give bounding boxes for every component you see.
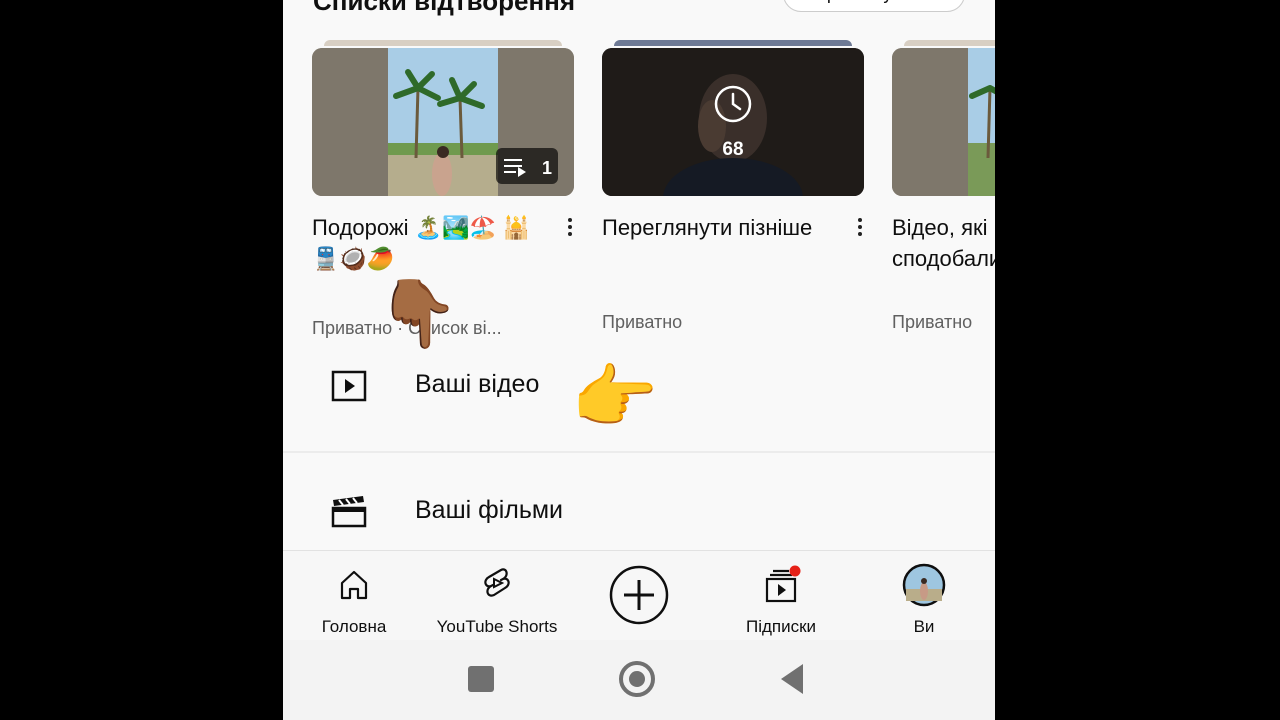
create-button[interactable]	[569, 561, 709, 637]
nav-home-label: Головна	[321, 617, 387, 636]
playlists-title: Списки відтворення	[313, 0, 576, 16]
view-all-button[interactable]: Переглянути все	[782, 0, 965, 12]
recents-icon[interactable]	[468, 666, 494, 692]
playlist-card-liked[interactable]: Відео, які сподобались Приватно	[892, 40, 995, 332]
playlist-card-travel[interactable]: 1 Подорожі 🏝️🏞️🏖️ 🕌🚆🥥🥭 Приватно · Список…	[312, 40, 574, 338]
add-icon	[609, 565, 669, 625]
more-options-icon[interactable]	[566, 216, 574, 242]
subscriptions-icon	[765, 565, 801, 603]
playlist-card-watch-later[interactable]: 68 Переглянути пізніше Приватно	[602, 40, 864, 332]
nav-you[interactable]: Ви	[854, 561, 994, 637]
nav-shorts-label: YouTube Shorts	[436, 617, 558, 636]
nav-subscriptions[interactable]: Підписки	[711, 561, 851, 637]
nav-subscriptions-label: Підписки	[745, 617, 817, 636]
more-options-icon[interactable]	[856, 216, 864, 242]
playlist-thumbnail[interactable]: 1	[312, 40, 574, 196]
notification-dot	[789, 565, 801, 577]
nav-home[interactable]: Головна	[284, 561, 424, 637]
nav-shorts[interactable]: YouTube Shorts	[427, 561, 567, 637]
playlist-subtitle: Приватно	[602, 312, 683, 332]
playlist-thumbnail[interactable]: 68	[602, 40, 864, 196]
your-movies-label: Ваші фільми	[415, 496, 564, 524]
playlist-count: 1	[542, 158, 552, 178]
playlist-count: 68	[722, 139, 743, 160]
system-navigation-bar	[283, 640, 995, 720]
play-icon	[331, 370, 367, 402]
avatar	[902, 563, 946, 607]
playlists-header: Списки відтворення Переглянути все	[313, 0, 995, 26]
playlist-title: Відео, які сподобались	[892, 215, 995, 271]
your-videos-label: Ваші відео	[415, 370, 540, 398]
your-movies-row[interactable]: Ваші фільми	[283, 472, 995, 552]
home-system-icon[interactable]	[619, 661, 655, 697]
pointing-right-emoji: 👉	[571, 358, 659, 436]
nav-you-label: Ви	[913, 617, 935, 636]
playlist-subtitle: Приватно	[892, 312, 973, 332]
shorts-icon	[484, 568, 510, 597]
pointing-down-emoji: 👇🏾	[377, 276, 460, 350]
playlist-title: Подорожі 🏝️🏞️🏖️ 🕌🚆🥥🥭	[312, 215, 531, 271]
playlist-title: Переглянути пізніше	[602, 215, 813, 240]
clapperboard-icon	[331, 496, 367, 528]
playlist-thumbnail[interactable]	[892, 40, 995, 196]
bottom-navigation: Головна YouTube Shorts Підписки Ви	[283, 550, 995, 641]
divider	[283, 451, 995, 453]
home-icon	[340, 570, 368, 600]
phone-screen: Списки відтворення Переглянути все	[283, 0, 995, 720]
back-icon[interactable]	[777, 662, 807, 696]
